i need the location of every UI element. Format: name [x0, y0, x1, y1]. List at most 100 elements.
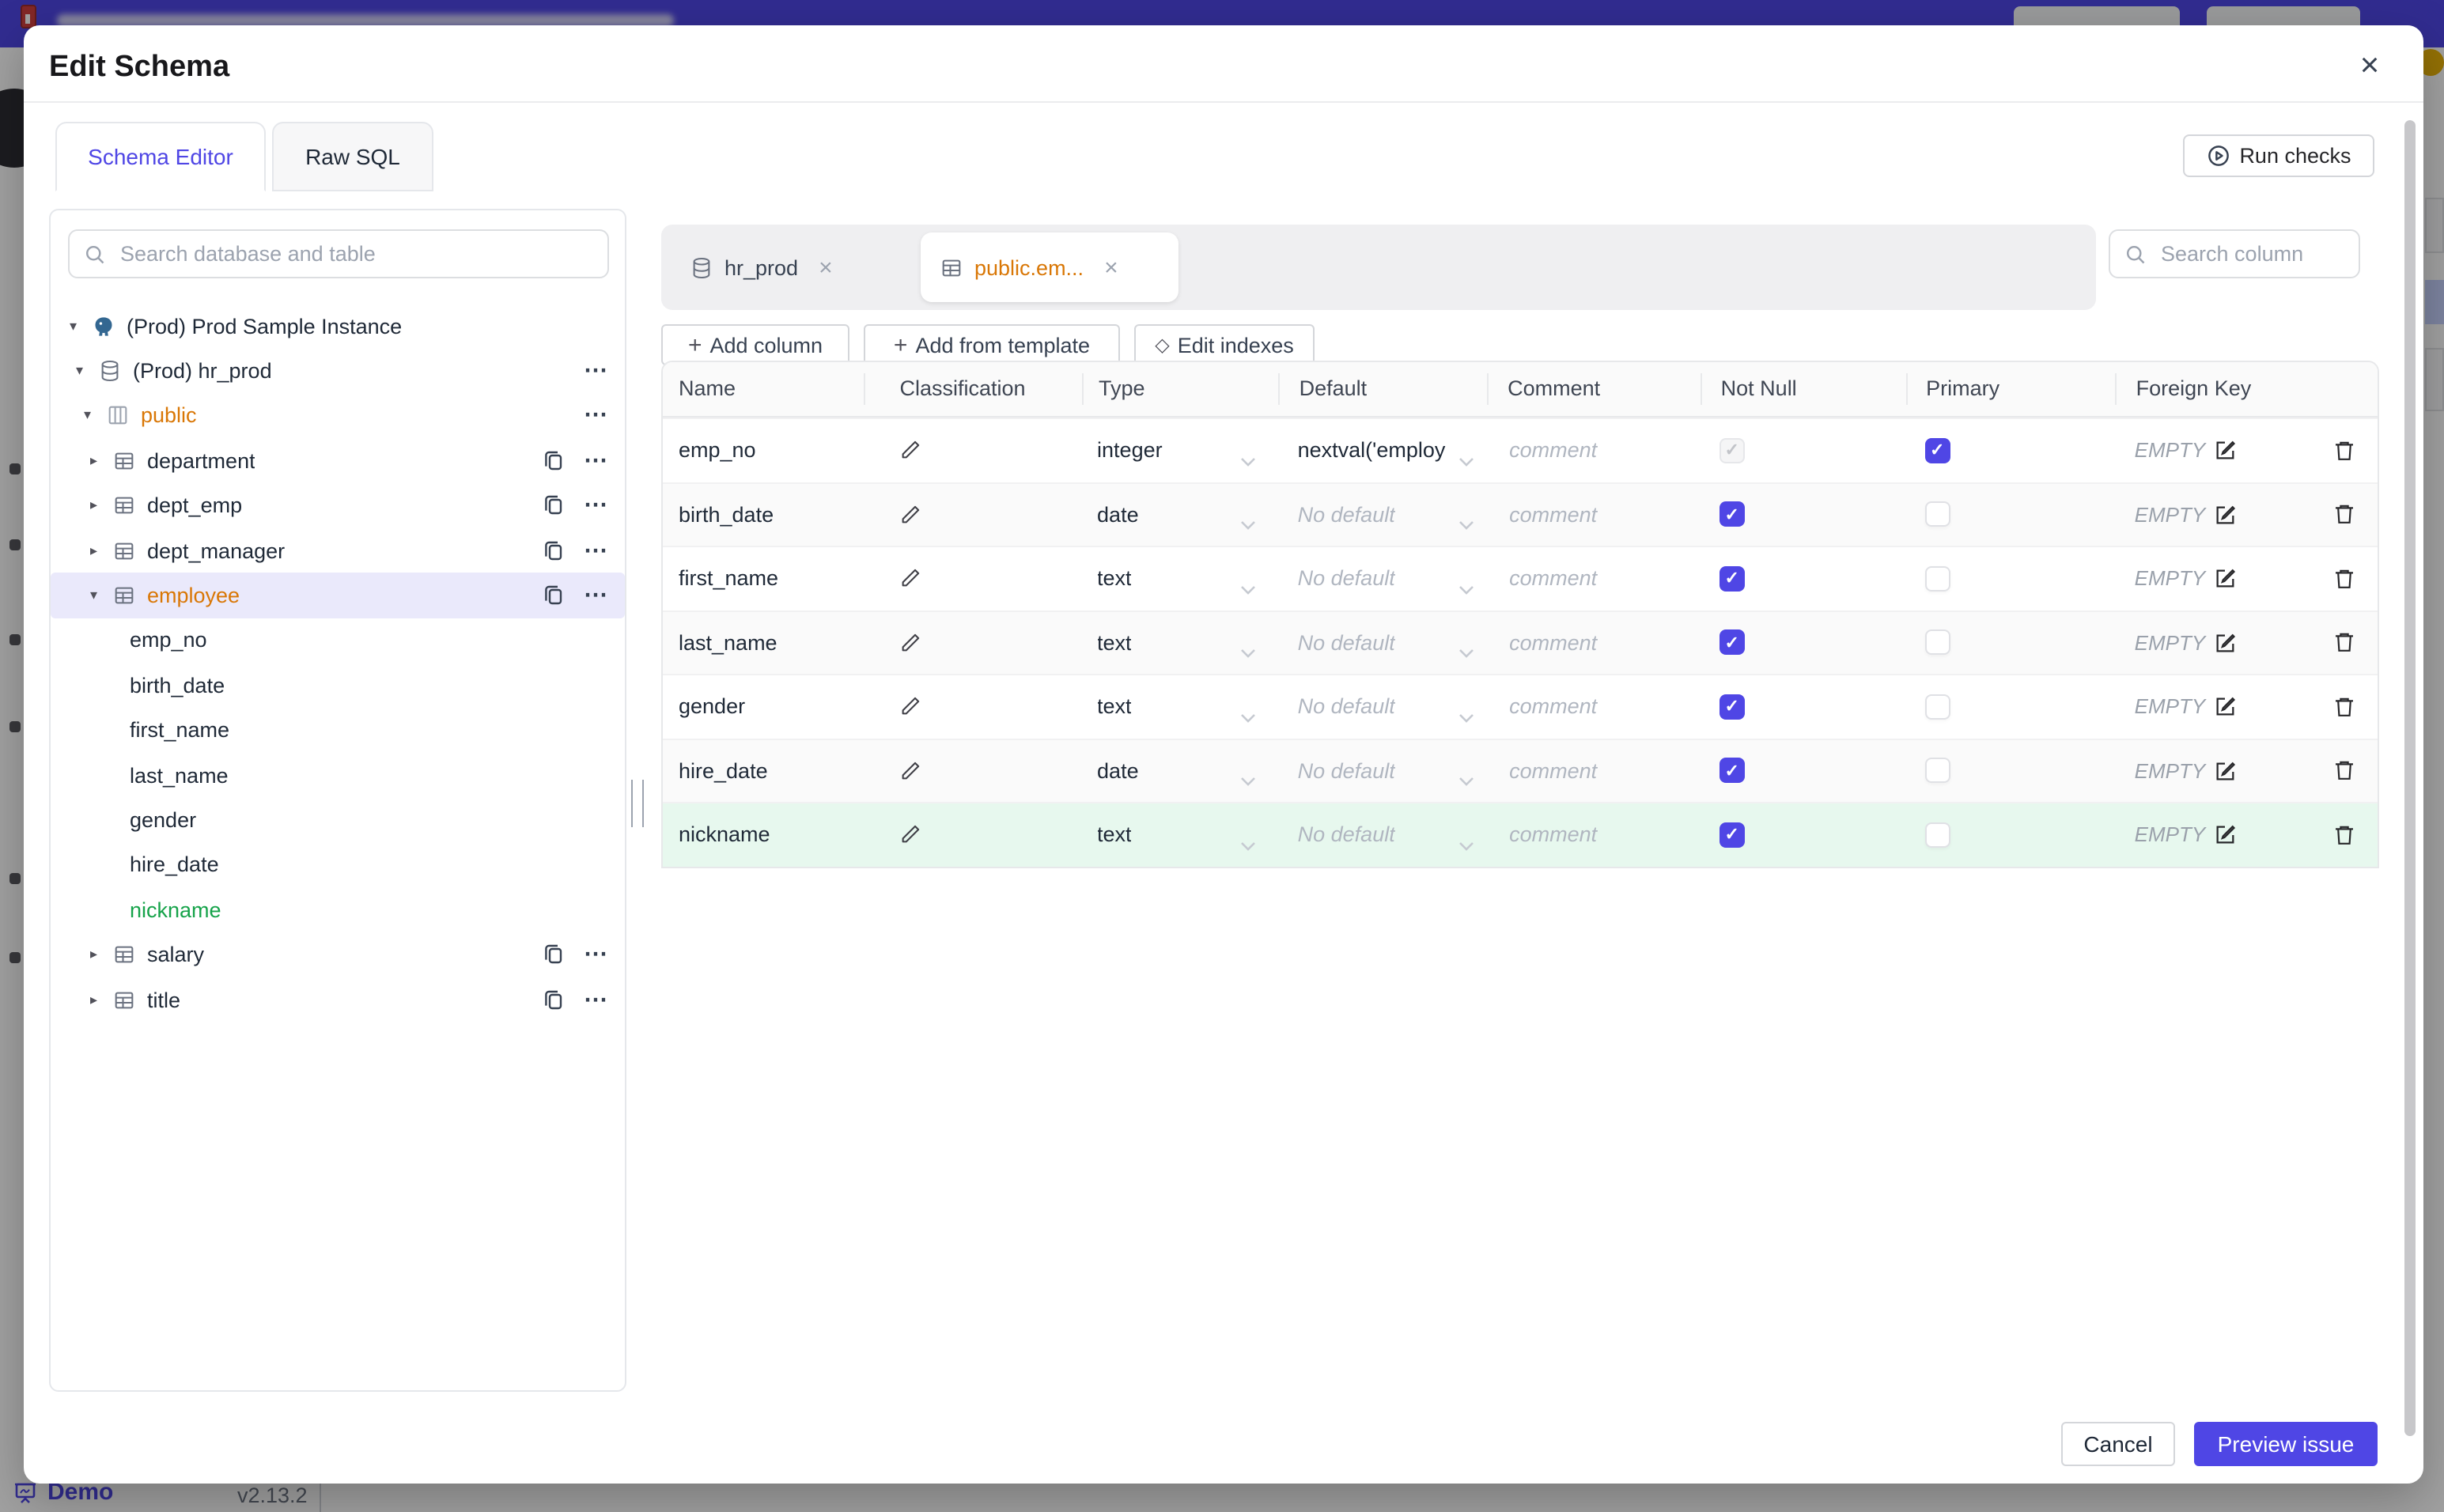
chevron-down-icon[interactable]: [1458, 702, 1474, 723]
tree-item-column[interactable]: gender: [51, 798, 625, 843]
panel-resize-handle[interactable]: [631, 780, 644, 827]
modal-scrollbar[interactable]: [2404, 120, 2416, 1436]
column-search-input[interactable]: [2158, 240, 2344, 267]
more-icon[interactable]: ⋯: [584, 584, 609, 607]
chevron-down-icon[interactable]: [1458, 510, 1474, 531]
add-from-template-button[interactable]: + Add from template: [864, 324, 1120, 365]
edit-foreign-key-icon[interactable]: [2213, 823, 2237, 847]
primary-checkbox[interactable]: [1924, 822, 1950, 848]
caret-down-icon[interactable]: ▾: [90, 587, 112, 604]
edit-foreign-key-icon[interactable]: [2213, 631, 2237, 655]
caret-down-icon[interactable]: ▾: [76, 362, 98, 380]
comment-input[interactable]: [1506, 629, 1687, 656]
delete-column-icon[interactable]: [2332, 502, 2357, 527]
tree-item-column[interactable]: last_name: [51, 753, 625, 798]
editor-tab-database[interactable]: hr_prod ×: [671, 232, 924, 302]
default-select[interactable]: No default: [1298, 503, 1395, 527]
pencil-icon[interactable]: [899, 503, 922, 527]
chevron-down-icon[interactable]: [1458, 574, 1474, 595]
pencil-icon[interactable]: [899, 567, 922, 591]
caret-right-icon[interactable]: ▸: [90, 991, 112, 1008]
default-select[interactable]: nextval('employ: [1298, 439, 1446, 463]
chevron-down-icon[interactable]: [1458, 766, 1474, 787]
pencil-icon[interactable]: [899, 631, 922, 655]
type-select[interactable]: integer: [1097, 439, 1163, 463]
copy-icon[interactable]: [543, 494, 566, 518]
default-select[interactable]: No default: [1298, 759, 1395, 783]
cancel-button[interactable]: Cancel: [2061, 1422, 2175, 1466]
tree-item-table[interactable]: ▸ title ⋯: [51, 977, 625, 1022]
chevron-down-icon[interactable]: [1241, 830, 1257, 851]
not-null-checkbox[interactable]: ✓: [1719, 629, 1745, 656]
more-icon[interactable]: ⋯: [584, 404, 609, 428]
pencil-icon[interactable]: [899, 695, 922, 719]
chevron-down-icon[interactable]: [1241, 446, 1257, 467]
more-icon[interactable]: ⋯: [584, 943, 609, 966]
caret-right-icon[interactable]: ▸: [90, 946, 112, 963]
comment-input[interactable]: [1506, 501, 1687, 528]
column-name[interactable]: hire_date: [679, 759, 768, 783]
primary-checkbox[interactable]: [1924, 565, 1950, 592]
tree-item-column-added[interactable]: nickname: [51, 887, 625, 932]
edit-foreign-key-icon[interactable]: [2213, 695, 2237, 719]
copy-icon[interactable]: [543, 988, 566, 1011]
tree-item-column[interactable]: birth_date: [51, 663, 625, 708]
tree-item-table-selected[interactable]: ▾ employee ⋯: [51, 573, 625, 618]
run-checks-button[interactable]: Run checks: [2183, 134, 2374, 177]
delete-column-icon[interactable]: [2332, 438, 2357, 463]
not-null-checkbox[interactable]: ✓: [1719, 501, 1745, 527]
type-select[interactable]: text: [1097, 695, 1132, 719]
close-icon[interactable]: ×: [2349, 46, 2390, 87]
column-name[interactable]: birth_date: [679, 503, 774, 527]
more-icon[interactable]: ⋯: [584, 359, 609, 383]
delete-column-icon[interactable]: [2332, 566, 2357, 592]
close-tab-icon[interactable]: ×: [1104, 254, 1118, 281]
tree-item-table[interactable]: ▸ dept_emp ⋯: [51, 483, 625, 528]
comment-input[interactable]: [1506, 693, 1687, 720]
tree-item-table[interactable]: ▸ salary ⋯: [51, 932, 625, 977]
tree-item-column[interactable]: emp_no: [51, 618, 625, 663]
not-null-checkbox[interactable]: ✓: [1719, 694, 1745, 720]
more-icon[interactable]: ⋯: [584, 988, 609, 1011]
tree-item-instance[interactable]: ▾ (Prod) Prod Sample Instance: [51, 304, 625, 349]
more-icon[interactable]: ⋯: [584, 494, 609, 518]
edit-foreign-key-icon[interactable]: [2213, 503, 2237, 527]
type-select[interactable]: text: [1097, 631, 1132, 655]
column-name[interactable]: first_name: [679, 567, 778, 591]
primary-checkbox[interactable]: [1924, 501, 1950, 527]
column-name[interactable]: emp_no: [679, 439, 756, 463]
primary-checkbox[interactable]: ✓: [1924, 437, 1950, 463]
preview-issue-button[interactable]: Preview issue: [2194, 1422, 2378, 1466]
chevron-down-icon[interactable]: [1241, 766, 1257, 787]
delete-column-icon[interactable]: [2332, 694, 2357, 720]
add-column-button[interactable]: + Add column: [661, 324, 849, 365]
column-name[interactable]: nickname: [679, 823, 770, 847]
tab-schema-editor[interactable]: Schema Editor: [55, 122, 266, 191]
type-select[interactable]: text: [1097, 567, 1132, 591]
tab-raw-sql[interactable]: Raw SQL: [272, 122, 433, 191]
tree-item-table[interactable]: ▸ dept_manager ⋯: [51, 528, 625, 573]
chevron-down-icon[interactable]: [1458, 446, 1474, 467]
comment-input[interactable]: [1506, 437, 1687, 464]
editor-tab-table-active[interactable]: public.em... ×: [921, 232, 1178, 302]
comment-input[interactable]: [1506, 565, 1687, 592]
primary-checkbox[interactable]: [1924, 694, 1950, 720]
comment-input[interactable]: [1506, 821, 1687, 849]
primary-checkbox[interactable]: [1924, 629, 1950, 656]
not-null-checkbox[interactable]: ✓: [1719, 758, 1745, 784]
edit-foreign-key-icon[interactable]: [2213, 567, 2237, 591]
type-select[interactable]: date: [1097, 759, 1139, 783]
comment-input[interactable]: [1506, 757, 1687, 784]
not-null-checkbox[interactable]: ✓: [1719, 565, 1745, 592]
chevron-down-icon[interactable]: [1458, 830, 1474, 851]
column-name[interactable]: gender: [679, 695, 745, 719]
tree-item-column[interactable]: hire_date: [51, 842, 625, 887]
type-select[interactable]: date: [1097, 503, 1139, 527]
caret-right-icon[interactable]: ▸: [90, 542, 112, 559]
primary-checkbox[interactable]: [1924, 758, 1950, 784]
tree-item-column[interactable]: first_name: [51, 708, 625, 753]
more-icon[interactable]: ⋯: [584, 449, 609, 473]
copy-icon[interactable]: [543, 584, 566, 607]
tree-search-input[interactable]: [117, 240, 593, 267]
chevron-down-icon[interactable]: [1458, 638, 1474, 659]
